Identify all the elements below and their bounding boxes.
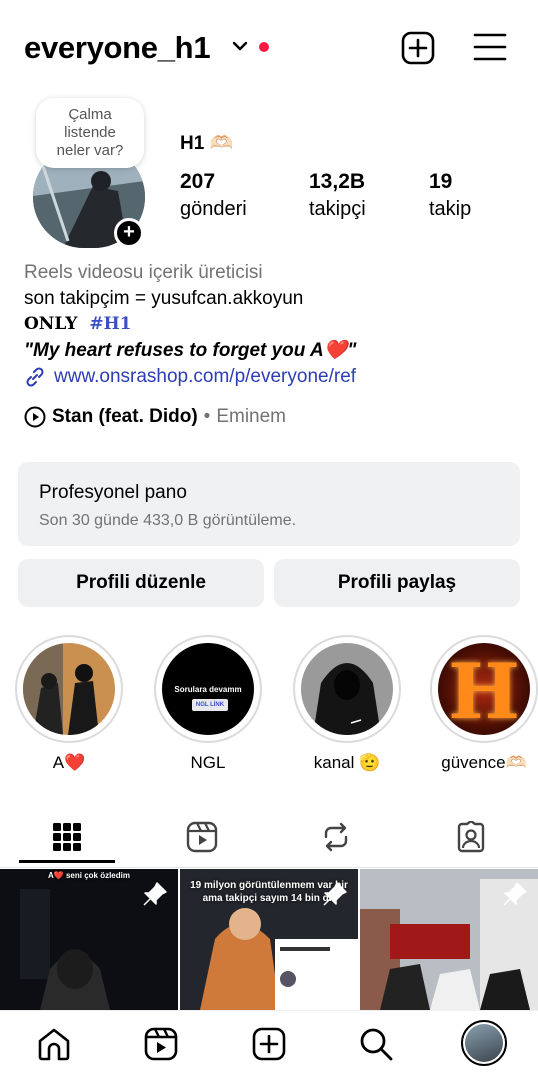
bio: Reels videosu içerik üreticisi son takip… xyxy=(24,262,524,390)
tab-tagged[interactable] xyxy=(416,806,526,868)
share-profile-button[interactable]: Profili paylaş xyxy=(274,559,520,607)
highlight-item[interactable]: H güvence🫶🏻 xyxy=(430,635,538,773)
highlight-overlay-badge: NGL LİNK xyxy=(192,699,228,711)
highlight-overlay-letter: H xyxy=(448,647,520,735)
posts-label: gönderi xyxy=(180,198,247,220)
song-title: Stan (feat. Dido) xyxy=(52,406,198,427)
highlight-label: kanal 🫡 xyxy=(313,753,381,772)
highlight-ring: H xyxy=(430,635,538,743)
reels-nav-icon[interactable] xyxy=(143,1026,179,1062)
note-line: neler var? xyxy=(56,142,124,159)
bio-category: Reels videosu içerik üreticisi xyxy=(24,262,263,283)
posts-count: 207 xyxy=(180,170,216,193)
profile-nav-avatar[interactable] xyxy=(461,1020,507,1066)
highlight-item[interactable]: A❤️ xyxy=(15,635,123,773)
posts-stat[interactable]: 207 gönderi xyxy=(180,170,247,221)
song-artist: Eminem xyxy=(216,406,287,427)
grid-post[interactable]: A❤️ seni çok özledim xyxy=(0,869,178,1010)
highlight-image xyxy=(23,643,115,735)
tab-grid[interactable] xyxy=(12,806,122,868)
search-icon[interactable] xyxy=(358,1026,394,1062)
add-story-button[interactable]: + xyxy=(114,218,144,248)
note-line: listende xyxy=(64,124,116,141)
following-label: takip xyxy=(429,198,472,220)
note-bubble[interactable]: Çalma listende neler var? xyxy=(36,98,144,168)
highlight-image: H xyxy=(438,643,530,735)
chevron-down-icon[interactable] xyxy=(232,40,248,52)
bio-link[interactable]: www.onsrashop.com/p/everyone/ref xyxy=(24,364,524,390)
following-stat[interactable]: 19 takip xyxy=(429,170,471,221)
reels-icon xyxy=(186,821,218,853)
bottom-navigation xyxy=(0,1010,538,1080)
tab-reels[interactable] xyxy=(147,806,257,868)
menu-icon[interactable] xyxy=(473,32,507,62)
highlight-label: A❤️ xyxy=(52,753,86,772)
professional-dashboard[interactable]: Profesyonel pano Son 30 günde 433,0 B gö… xyxy=(18,462,520,546)
bio-hashtag[interactable]: #H1 xyxy=(89,314,131,334)
link-icon xyxy=(26,367,44,387)
notification-dot xyxy=(259,42,269,52)
edit-profile-button[interactable]: Profili düzenle xyxy=(18,559,264,607)
bio-line: son takipçim = yusufcan.akkoyun xyxy=(24,288,304,309)
repost-icon xyxy=(324,822,348,852)
grid-post[interactable] xyxy=(360,869,538,1010)
highlight-image xyxy=(301,643,393,735)
grid-post[interactable]: 19 milyon görüntülenmem var bir ama taki… xyxy=(180,869,358,1010)
highlight-label: NGL xyxy=(190,753,226,772)
bio-only-text: ONLY xyxy=(24,314,78,334)
create-post-icon[interactable] xyxy=(401,31,435,65)
following-count: 19 xyxy=(429,170,453,193)
pin-icon xyxy=(323,882,347,906)
profile-music[interactable]: Stan (feat. Dido) • Eminem xyxy=(24,406,286,428)
play-circle-icon xyxy=(24,406,46,428)
bio-link-text[interactable]: www.onsrashop.com/p/everyone/ref xyxy=(54,366,356,388)
highlight-label: güvence🫶🏻 xyxy=(441,753,527,772)
profile-tabs xyxy=(0,806,538,868)
dashboard-subtitle: Son 30 günde 433,0 B görüntüleme. xyxy=(39,512,297,529)
grid-icon xyxy=(53,823,81,851)
dashboard-title: Profesyonel pano xyxy=(39,482,187,503)
music-separator: • xyxy=(203,406,211,427)
note-line: Çalma xyxy=(68,106,112,123)
tab-reposts[interactable] xyxy=(281,806,391,868)
display-name: H1 🫶🏻 xyxy=(180,133,234,154)
highlight-image: Sorulara devamm NGL LİNK xyxy=(162,643,254,735)
pin-icon xyxy=(503,882,527,906)
followers-stat[interactable]: 13,2B takipçi xyxy=(309,170,366,221)
active-tab-indicator xyxy=(19,860,115,863)
pin-icon xyxy=(143,882,167,906)
avatar-thumbnail xyxy=(465,1024,503,1062)
highlight-ring: Sorulara devamm NGL LİNK xyxy=(154,635,262,743)
home-icon[interactable] xyxy=(36,1026,72,1062)
followers-label: takipçi xyxy=(309,198,366,220)
followers-count: 13,2B xyxy=(309,170,366,193)
grid-post-caption: A❤️ seni çok özledim xyxy=(48,871,130,880)
highlight-ring xyxy=(15,635,123,743)
highlight-item[interactable]: kanal 🫡 xyxy=(293,635,401,773)
username-title[interactable]: everyone_h1 xyxy=(24,30,211,66)
bio-only-line: ONLY #H1 xyxy=(24,314,524,338)
highlight-overlay-text: Sorulara devamm xyxy=(174,685,242,694)
highlight-item[interactable]: Sorulara devamm NGL LİNK NGL xyxy=(154,635,262,773)
tagged-icon xyxy=(457,821,485,853)
bio-quote: "My heart refuses to forget you A❤️" xyxy=(24,340,357,361)
top-bar: everyone_h1 xyxy=(0,0,538,96)
posts-grid: A❤️ seni çok özledim 19 milyon görüntüle… xyxy=(0,869,538,1010)
highlight-ring xyxy=(293,635,401,743)
create-nav-icon[interactable] xyxy=(251,1026,287,1062)
